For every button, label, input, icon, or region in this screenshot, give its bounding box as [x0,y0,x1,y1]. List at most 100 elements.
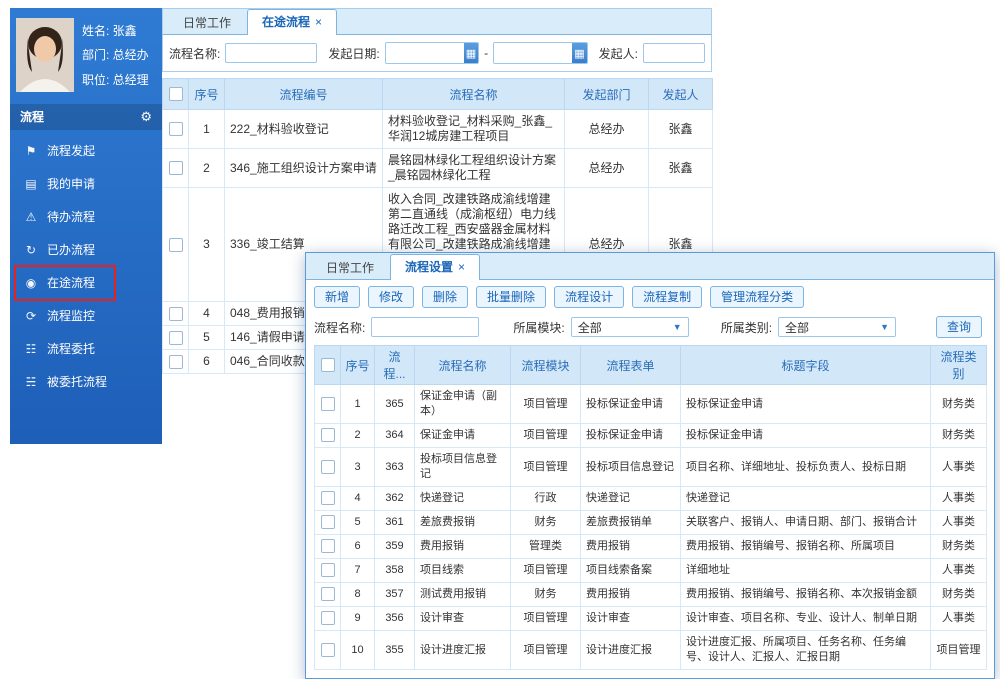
add-button[interactable]: 新增 [314,286,360,308]
gear-icon[interactable]: ⚙ [140,104,152,130]
table-cell: 9 [341,607,375,631]
select-all-checkbox[interactable] [169,87,183,101]
sidebar-title: 流程 [20,104,44,130]
table-row[interactable]: 10355设计进度汇报项目管理设计进度汇报设计进度汇报、所属项目、任务名称、任务… [315,631,987,670]
table-cell: 晨铭园林绿化工程组织设计方案_晨铭园林绿化工程 [383,149,565,188]
table-cell: 3 [341,448,375,487]
table-cell: 人事类 [931,559,987,583]
table-cell: 财务 [511,511,581,535]
table-cell: 投标项目信息登记 [415,448,511,487]
row-checkbox[interactable] [321,587,335,601]
module-select-value: 全部 [578,319,602,336]
sidebar-item-process-start[interactable]: ⚑流程发起 [10,134,162,167]
initiator-input[interactable] [643,43,705,63]
col-seq: 序号 [341,346,375,385]
table-row[interactable]: 7358项目线索项目管理项目线索备案详细地址人事类 [315,559,987,583]
tab-daily-work[interactable]: 日常工作 [312,256,388,279]
sidebar-item-in-transit-processes[interactable]: ◉在途流程 [10,266,162,299]
table-row[interactable]: 8357测试费用报销财务费用报销费用报销、报销编号、报销名称、本次报销金额财务类 [315,583,987,607]
table-header-row: 序号 流程编号 流程名称 发起部门 发起人 [163,79,713,110]
delete-button[interactable]: 删除 [422,286,468,308]
table-row[interactable]: 9356设计审查项目管理设计审查设计审查、项目名称、专业、设计人、制单日期人事类 [315,607,987,631]
table-cell: 1 [341,385,375,424]
caret-down-icon: ▼ [880,322,889,332]
table-cell: 357 [375,583,415,607]
row-checkbox[interactable] [169,161,183,175]
table-row[interactable]: 6359费用报销管理类费用报销费用报销、报销编号、报销名称、所属项目财务类 [315,535,987,559]
table-row[interactable]: 1222_材料验收登记材料验收登记_材料采购_张鑫_华润12城房建工程项目总经办… [163,110,713,149]
row-checkbox[interactable] [321,515,335,529]
sidebar-item-my-applications[interactable]: ▤我的申请 [10,167,162,200]
row-checkbox[interactable] [321,397,335,411]
process-copy-button[interactable]: 流程复制 [632,286,702,308]
row-checkbox[interactable] [321,460,335,474]
row-checkbox[interactable] [321,428,335,442]
row-checkbox[interactable] [169,238,183,252]
table-row[interactable]: 3363投标项目信息登记项目管理投标项目信息登记项目名称、详细地址、投标负责人、… [315,448,987,487]
tab-in-transit[interactable]: 在途流程× [247,9,337,35]
table-cell: 费用报销、报销编号、报销名称、本次报销金额 [681,583,931,607]
row-checkbox[interactable] [169,355,183,369]
tab-daily-work[interactable]: 日常工作 [169,11,245,34]
table-cell: 358 [375,559,415,583]
row-checkbox[interactable] [321,643,335,657]
table-cell: 快递登记 [681,487,931,511]
table-row[interactable]: 4362快递登记行政快递登记快递登记人事类 [315,487,987,511]
date-from-input[interactable] [386,43,464,63]
col-name: 流程名称 [415,346,511,385]
table-row[interactable]: 2346_施工组织设计方案申请晨铭园林绿化工程组织设计方案_晨铭园林绿化工程总经… [163,149,713,188]
table-row[interactable]: 2364保证金申请项目管理投标保证金申请投标保证金申请财务类 [315,424,987,448]
table-row[interactable]: 1365保证金申请（副本）项目管理投标保证金申请投标保证金申请财务类 [315,385,987,424]
table-cell: 1 [189,110,225,149]
calendar-icon[interactable]: ▦ [464,43,478,63]
select-all-checkbox[interactable] [321,358,335,372]
caret-down-icon: ▼ [673,322,682,332]
table-cell: 投标项目信息登记 [581,448,681,487]
process-name-input[interactable] [371,317,479,337]
initiator-label: 发起人: [599,45,638,62]
calendar-icon[interactable]: ▦ [572,43,586,63]
table-cell: 测试费用报销 [415,583,511,607]
date-from-field: ▦ [385,42,479,64]
tab-process-settings[interactable]: 流程设置× [390,254,480,280]
row-checkbox[interactable] [321,539,335,553]
edit-button[interactable]: 修改 [368,286,414,308]
row-checkbox[interactable] [321,491,335,505]
process-name-input[interactable] [225,43,317,63]
process-design-button[interactable]: 流程设计 [554,286,624,308]
table-cell: 2 [341,424,375,448]
row-checkbox[interactable] [169,307,183,321]
date-to-input[interactable] [494,43,572,63]
table-cell: 365 [375,385,415,424]
sidebar-item-done-processes[interactable]: ↻已办流程 [10,233,162,266]
close-icon[interactable]: × [458,260,465,274]
user-position: 职位: 总经理 [82,71,149,88]
batch-delete-button[interactable]: 批量删除 [476,286,546,308]
close-icon[interactable]: × [315,15,322,29]
table-cell: 5 [341,511,375,535]
navigation-sidebar: 姓名: 张鑫 部门: 总经办 职位: 总经理 流程 ⚙ ⚑流程发起▤我的申请⚠待… [10,8,162,444]
row-checkbox[interactable] [321,563,335,577]
process-settings-table: 序号 流程... 流程名称 流程模块 流程表单 标题字段 流程类别 1365保证… [314,345,987,670]
table-cell: 费用报销 [415,535,511,559]
table-cell: 项目管理 [931,631,987,670]
row-checkbox[interactable] [321,611,335,625]
sidebar-item-process-delegate[interactable]: ☷流程委托 [10,332,162,365]
row-checkbox[interactable] [169,122,183,136]
category-select[interactable]: 全部 ▼ [778,317,896,337]
col-dept: 发起部门 [565,79,649,110]
sidebar-item-process-monitor[interactable]: ⟳流程监控 [10,299,162,332]
sidebar-item-delegated-processes[interactable]: ☵被委托流程 [10,365,162,398]
sidebar-item-todo-processes[interactable]: ⚠待办流程 [10,200,162,233]
table-cell: 张鑫 [649,110,713,149]
filter-bar: 流程名称: 发起日期: ▦ - ▦ 发起人: [162,35,712,72]
search-button[interactable]: 查询 [936,316,982,338]
table-cell: 人事类 [931,511,987,535]
module-select[interactable]: 全部 ▼ [571,317,689,337]
col-initiator: 发起人 [649,79,713,110]
table-row[interactable]: 5361差旅费报销财务差旅费报销单关联客户、报销人、申请日期、部门、报销合计人事… [315,511,987,535]
manage-categories-button[interactable]: 管理流程分类 [710,286,804,308]
table-cell: 投标保证金申请 [681,424,931,448]
table-cell: 5 [189,326,225,350]
row-checkbox[interactable] [169,331,183,345]
